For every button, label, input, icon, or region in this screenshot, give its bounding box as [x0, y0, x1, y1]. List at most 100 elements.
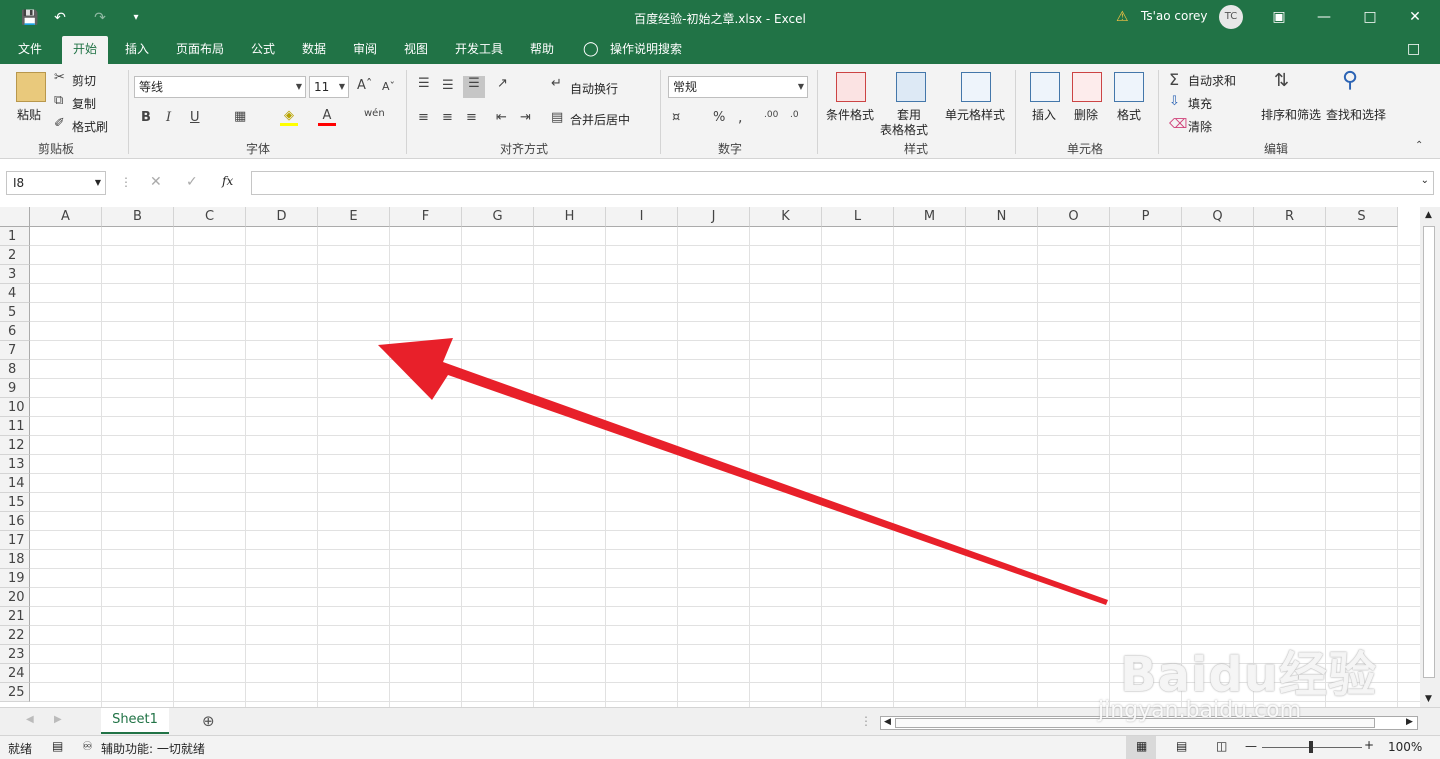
format-cells-icon[interactable]	[1114, 72, 1144, 102]
tab-data[interactable]: 数据	[294, 36, 334, 64]
accessibility-status[interactable]: 辅助功能: 一切就绪	[101, 740, 205, 757]
wrap-text-icon[interactable]: ↵	[551, 76, 562, 91]
clear-button[interactable]: 清除	[1188, 118, 1212, 135]
autosum-button[interactable]: 自动求和	[1188, 72, 1236, 89]
tab-view[interactable]: 视图	[396, 36, 436, 64]
macro-record-icon[interactable]: ▤	[52, 739, 63, 753]
number-format-select[interactable]: 常规 ▼	[668, 76, 808, 98]
borders-icon[interactable]: ▦	[234, 109, 246, 124]
align-middle-icon[interactable]: ☰	[442, 78, 454, 93]
font-size-select[interactable]: 11 ▼	[309, 76, 349, 98]
maximize-icon[interactable]: □	[1360, 8, 1380, 26]
decrease-indent-icon[interactable]: ⇤	[496, 110, 507, 125]
normal-view-icon[interactable]: ▦	[1136, 739, 1147, 753]
vertical-scroll-thumb[interactable]	[1423, 226, 1435, 678]
fill-color-icon[interactable]: ◈	[280, 108, 298, 126]
tab-formulas[interactable]: 公式	[243, 36, 283, 64]
search-icon[interactable]: ⚲	[1342, 68, 1358, 93]
currency-icon[interactable]: ¤	[672, 110, 680, 125]
decrease-decimal-icon[interactable]: .0	[790, 110, 799, 120]
format-painter-button[interactable]: 格式刷	[72, 118, 108, 135]
cut-button[interactable]: 剪切	[72, 72, 96, 89]
fill-icon[interactable]: ⇩	[1169, 94, 1180, 109]
copy-button[interactable]: 复制	[72, 95, 96, 112]
worksheet-grid[interactable]: ABCDEFGHIJKLMNOPQRS 1 2 3 4 5 6 7 8 9 10 11 12 13 14 1…	[0, 207, 1420, 707]
conditional-format-button[interactable]: 条件格式	[826, 106, 874, 123]
format-table-icon[interactable]	[896, 72, 926, 102]
increase-font-icon[interactable]: Aˆ	[357, 78, 372, 93]
insert-cells-icon[interactable]	[1030, 72, 1060, 102]
orientation-icon[interactable]: ↗	[497, 76, 508, 91]
align-left-icon[interactable]: ≡	[418, 110, 429, 125]
page-break-view-icon[interactable]: ◫	[1216, 739, 1227, 753]
bold-icon[interactable]: B	[141, 110, 151, 125]
scroll-left-icon[interactable]: ◀	[884, 717, 891, 727]
tab-home[interactable]: 开始	[62, 36, 108, 64]
comments-icon[interactable]: □	[1407, 41, 1420, 57]
delete-cells-button[interactable]: 删除	[1074, 106, 1098, 123]
tab-insert[interactable]: 插入	[117, 36, 157, 64]
zoom-level[interactable]: 100%	[1388, 740, 1422, 754]
font-name-select[interactable]: 等线 ▼	[134, 76, 306, 98]
tab-page-layout[interactable]: 页面布局	[168, 36, 232, 64]
paste-icon[interactable]	[16, 72, 46, 102]
sort-filter-button[interactable]: 排序和筛选	[1261, 106, 1321, 123]
avatar[interactable]: TC	[1219, 5, 1243, 29]
cell-styles-button[interactable]: 单元格样式	[945, 106, 1005, 123]
sort-filter-icon[interactable]: ⇅	[1274, 70, 1289, 91]
insert-cells-button[interactable]: 插入	[1032, 106, 1056, 123]
scroll-down-icon[interactable]: ▼	[1425, 694, 1432, 704]
scroll-up-icon[interactable]: ▲	[1425, 210, 1432, 220]
merge-center-button[interactable]: 合并后居中	[570, 111, 630, 128]
sheet-tab-sheet1[interactable]: Sheet1	[101, 708, 169, 734]
find-select-button[interactable]: 查找和选择	[1326, 106, 1386, 123]
increase-indent-icon[interactable]: ⇥	[520, 110, 531, 125]
expand-formula-icon[interactable]: ⌄	[1421, 175, 1429, 186]
prev-sheet-icon[interactable]: ◀	[26, 714, 34, 725]
format-cells-button[interactable]: 格式	[1117, 106, 1141, 123]
copy-icon[interactable]: ⧉	[54, 93, 63, 108]
comma-icon[interactable]: ,	[738, 110, 742, 126]
wrap-text-button[interactable]: 自动换行	[570, 80, 618, 97]
tab-file[interactable]: 文件	[8, 36, 52, 64]
italic-icon[interactable]: I	[166, 110, 171, 125]
paste-button[interactable]: 粘贴	[17, 106, 41, 123]
align-bottom-icon[interactable]: ☰	[463, 76, 485, 98]
underline-icon[interactable]: U	[190, 110, 200, 125]
cut-icon[interactable]: ✂	[54, 70, 65, 85]
page-layout-view-icon[interactable]: ▤	[1176, 739, 1187, 753]
merge-center-icon[interactable]: ▤	[551, 110, 563, 125]
name-box[interactable]: I8 ▼	[6, 171, 106, 195]
zoom-slider-thumb[interactable]	[1309, 741, 1313, 753]
scroll-right-icon[interactable]: ▶	[1406, 717, 1413, 727]
align-top-icon[interactable]: ☰	[418, 76, 430, 91]
phonetic-icon[interactable]: wén	[364, 108, 385, 119]
ribbon-display-icon[interactable]: ▣	[1269, 8, 1289, 26]
collapse-ribbon-icon[interactable]: ⌃	[1415, 140, 1423, 151]
zoom-in-icon[interactable]: +	[1364, 738, 1374, 752]
cancel-icon[interactable]: ✕	[150, 174, 162, 190]
minimize-icon[interactable]: —	[1314, 8, 1334, 26]
enter-icon[interactable]: ✓	[186, 174, 198, 190]
tab-developer[interactable]: 开发工具	[447, 36, 511, 64]
tab-help[interactable]: 帮助	[522, 36, 562, 64]
formula-input[interactable]: ⌄	[251, 171, 1434, 195]
font-color-icon[interactable]: A	[318, 108, 336, 126]
clear-icon[interactable]: ⌫	[1169, 117, 1187, 132]
delete-cells-icon[interactable]	[1072, 72, 1102, 102]
format-table-button-line2[interactable]: 表格格式	[880, 121, 928, 138]
tell-me-search[interactable]: 操作说明搜索	[604, 36, 688, 64]
splitter-icon[interactable]: ⋮	[860, 714, 872, 728]
autosum-icon[interactable]: Σ	[1169, 70, 1179, 89]
increase-decimal-icon[interactable]: .00	[764, 110, 778, 120]
accessibility-icon[interactable]: ♾	[82, 739, 93, 753]
insert-function-icon[interactable]: fx	[222, 174, 233, 188]
percent-icon[interactable]: %	[713, 110, 725, 125]
close-icon[interactable]: ✕	[1405, 8, 1425, 26]
align-center-icon[interactable]: ≡	[442, 110, 453, 125]
align-right-icon[interactable]: ≡	[466, 110, 477, 125]
format-painter-icon[interactable]: ✐	[54, 116, 65, 131]
conditional-format-icon[interactable]	[836, 72, 866, 102]
tab-review[interactable]: 审阅	[345, 36, 385, 64]
next-sheet-icon[interactable]: ▶	[54, 714, 62, 725]
